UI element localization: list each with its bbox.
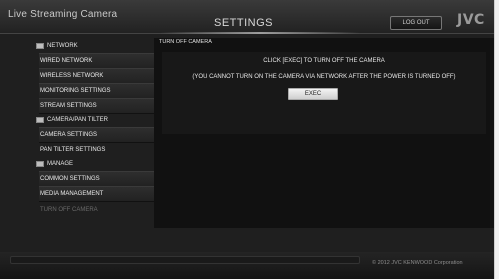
sidebar-item-pan-tilter-settings[interactable]: PAN TILTER SETTINGS xyxy=(39,143,154,159)
page-title: SETTINGS xyxy=(214,17,274,29)
sidebar-group-label: MANAGE xyxy=(47,161,74,167)
main-panel: TURN OFF CAMERA CLICK [EXEC] TO TURN OFF… xyxy=(154,38,494,228)
sidebar-item-stream-settings[interactable]: STREAM SETTINGS xyxy=(39,98,154,114)
sidebar-group-manage[interactable]: MANAGE xyxy=(36,158,73,170)
copyright-text: © 2012 JVC KENWOOD Corporation xyxy=(372,260,463,266)
vertical-scrollbar[interactable] xyxy=(494,0,499,279)
warning-text: (YOU CANNOT TURN ON THE CAMERA VIA NETWO… xyxy=(192,74,456,80)
header-bar: Live Streaming Camera SETTINGS LOG OUT J… xyxy=(0,0,499,34)
sidebar-item-common-settings[interactable]: COMMON SETTINGS xyxy=(39,171,154,187)
footer-bar: © 2012 JVC KENWOOD Corporation xyxy=(0,252,499,279)
sidebar-item-camera-settings[interactable]: CAMERA SETTINGS xyxy=(39,127,154,143)
message-box: CLICK [EXEC] TO TURN OFF THE CAMERA (YOU… xyxy=(162,52,486,134)
sidebar-item-media-management[interactable]: MEDIA MANAGEMENT xyxy=(39,186,154,202)
folder-icon xyxy=(36,117,44,123)
folder-icon xyxy=(36,43,44,49)
folder-icon xyxy=(36,161,44,167)
sidebar-item-monitoring-settings[interactable]: MONITORING SETTINGS xyxy=(39,83,154,99)
app-window: Live Streaming Camera SETTINGS LOG OUT J… xyxy=(0,0,499,279)
sidebar-group-label: CAMERA/PAN TILTER xyxy=(47,117,109,123)
panel-heading: TURN OFF CAMERA xyxy=(159,39,212,45)
footer-status-track xyxy=(10,256,360,264)
sidebar-item-wired-network[interactable]: WIRED NETWORK xyxy=(39,53,154,69)
sidebar-group-label: NETWORK xyxy=(47,43,78,49)
logout-button[interactable]: LOG OUT xyxy=(390,16,442,30)
sidebar-item-wireless-network[interactable]: WIRELESS NETWORK xyxy=(39,68,154,84)
sidebar-group-camera-pan-tilter[interactable]: CAMERA/PAN TILTER xyxy=(36,114,108,126)
instruction-text: CLICK [EXEC] TO TURN OFF THE CAMERA xyxy=(263,58,385,64)
sidebar: NETWORK WIRED NETWORK WIRELESS NETWORK M… xyxy=(12,38,154,234)
sidebar-group-network[interactable]: NETWORK xyxy=(36,40,78,52)
sidebar-item-turn-off-camera[interactable]: TURN OFF CAMERA xyxy=(39,203,154,219)
brand-logo: JVC xyxy=(457,12,485,28)
app-title: Live Streaming Camera xyxy=(8,9,118,20)
exec-button[interactable]: EXEC xyxy=(288,88,338,100)
title-underline xyxy=(160,32,360,34)
